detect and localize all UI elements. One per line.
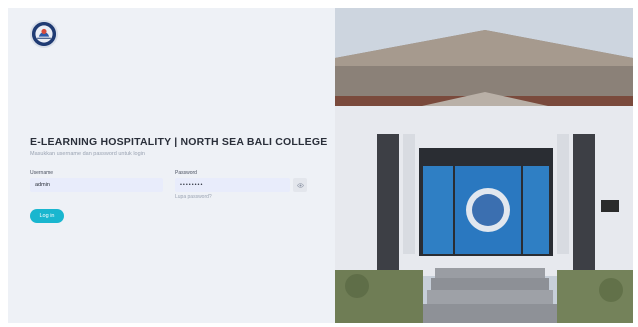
- login-button[interactable]: Log in: [30, 209, 64, 223]
- forgot-password-link[interactable]: Lupa password?: [175, 194, 212, 200]
- eye-icon: [296, 182, 304, 188]
- password-input[interactable]: [175, 178, 290, 192]
- login-page: E-LEARNING HOSPITALITY | NORTH SEA BALI …: [8, 8, 633, 323]
- campus-building-photo: [335, 8, 633, 323]
- college-crest-icon: [30, 20, 58, 48]
- show-password-button[interactable]: [293, 178, 307, 192]
- login-panel: E-LEARNING HOSPITALITY | NORTH SEA BALI …: [8, 8, 335, 323]
- password-label: Password: [175, 170, 197, 176]
- username-label: Username: [30, 170, 54, 176]
- username-input[interactable]: [30, 178, 163, 192]
- login-instructions: Masukkan username dan password untuk log…: [30, 151, 145, 157]
- page-title: E-LEARNING HOSPITALITY | NORTH SEA BALI …: [30, 136, 328, 148]
